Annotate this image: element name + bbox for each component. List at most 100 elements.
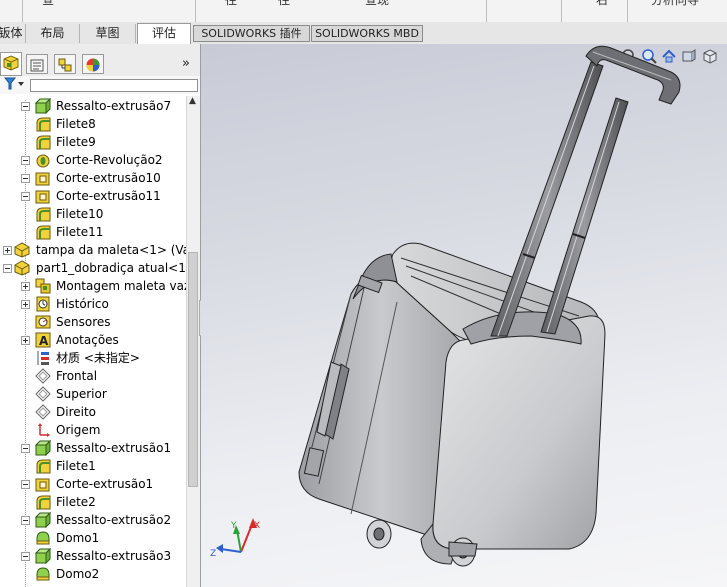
tree-item-corte-extrusao11[interactable]: Corte-extrusão11 bbox=[0, 187, 186, 205]
tree-item-label: Frontal bbox=[56, 369, 98, 383]
boss-extrude-icon bbox=[34, 439, 52, 457]
tree-item-filete11[interactable]: Filete11 bbox=[0, 223, 186, 241]
tree-item-ressalto-extrusao3[interactable]: Ressalto-extrusão3 bbox=[0, 547, 186, 565]
tab-sketch[interactable]: 草图 bbox=[80, 24, 136, 43]
expand-toggle-icon[interactable] bbox=[21, 480, 30, 489]
tree-item-ressalto-extrusao7[interactable]: Ressalto-extrusão7 bbox=[0, 97, 186, 115]
tree-item-label: Corte-Revolução2 bbox=[56, 153, 163, 167]
tab-layout[interactable]: 布局 bbox=[26, 24, 80, 43]
feature-tree: Ressalto-extrusão7 Filete8 Filete9 Corte-Re… bbox=[0, 96, 186, 587]
tree-item-tampa-da-maleta-1-va[interactable]: tampa da maleta<1> (Va bbox=[0, 241, 186, 259]
graphics-viewport[interactable]: X Y Z bbox=[201, 44, 727, 587]
tree-item-label: Corte-extrusão11 bbox=[56, 189, 161, 203]
property-manager-tab[interactable] bbox=[26, 54, 48, 74]
tree-item-label: Ressalto-extrusão3 bbox=[56, 549, 172, 563]
tree-item-corte-extrusao1[interactable]: Corte-extrusão1 bbox=[0, 475, 186, 493]
expand-toggle-icon[interactable] bbox=[21, 102, 30, 111]
expand-toggle-icon[interactable] bbox=[21, 174, 30, 183]
tree-item-domo1[interactable]: Domo1 bbox=[0, 529, 186, 547]
toolbar-separator bbox=[627, 0, 628, 22]
toolbar-separator bbox=[195, 0, 196, 22]
display-manager-tab[interactable] bbox=[82, 54, 104, 74]
tree-item-filete2[interactable]: Filete2 bbox=[0, 493, 186, 511]
tree-item-origem[interactable]: Origem bbox=[0, 421, 186, 439]
tree-item-filete8[interactable]: Filete8 bbox=[0, 115, 186, 133]
triad-z-label: Z bbox=[210, 549, 216, 559]
part-icon bbox=[14, 242, 30, 258]
boss-extrude-icon bbox=[34, 511, 52, 529]
fillet-icon bbox=[35, 206, 51, 222]
fillet-icon bbox=[35, 224, 51, 240]
toolbar-fragment[interactable]: 查现 bbox=[365, 0, 389, 8]
material-icon bbox=[35, 350, 51, 366]
expand-toggle-icon[interactable] bbox=[21, 282, 30, 291]
tree-item-sensores[interactable]: Sensores bbox=[0, 313, 186, 331]
feature-manager-tab[interactable] bbox=[0, 52, 22, 76]
tree-item-historico[interactable]: Histórico bbox=[0, 295, 186, 313]
display-manager-icon bbox=[86, 58, 100, 72]
tree-item-label: 材质 <未指定> bbox=[56, 351, 140, 365]
triad-y-label: Y bbox=[230, 521, 237, 531]
tab-sheet-metal[interactable]: 钣体 bbox=[0, 24, 26, 43]
tree-item-label: Histórico bbox=[56, 297, 109, 311]
filter-icon[interactable] bbox=[3, 77, 26, 94]
toolbar-fragment[interactable]: 查 bbox=[42, 0, 54, 8]
fillet-icon bbox=[35, 134, 51, 150]
tree-item-part1-dobradica-atual-1[interactable]: part1_dobradiça atual<1: bbox=[0, 259, 186, 277]
sensor-icon bbox=[35, 314, 51, 330]
expand-toggle-icon[interactable] bbox=[21, 552, 30, 561]
tab-solidworks-addins[interactable]: SOLIDWORKS 插件 bbox=[193, 25, 310, 42]
expand-toggle-icon[interactable] bbox=[21, 516, 30, 525]
expand-toggle-icon[interactable] bbox=[21, 444, 30, 453]
toolbar-fragment[interactable]: 往 bbox=[225, 0, 237, 8]
toolbar-fragment[interactable]: 右 bbox=[596, 0, 608, 8]
triad-x-label: X bbox=[254, 521, 260, 531]
tree-item-anotacoes[interactable]: A Anotações bbox=[0, 331, 186, 349]
tree-item-label: Ressalto-extrusão2 bbox=[56, 513, 172, 527]
tree-item-superior[interactable]: Superior bbox=[0, 385, 186, 403]
tree-item-montagem-maleta-vaz[interactable]: Montagem maleta vaz bbox=[0, 277, 186, 295]
tree-item-label: Domo1 bbox=[56, 531, 100, 545]
tree-item-filete9[interactable]: Filete9 bbox=[0, 133, 186, 151]
configuration-manager-tab[interactable] bbox=[54, 54, 76, 74]
tree-item-filete10[interactable]: Filete10 bbox=[0, 205, 186, 223]
tree-item-label: Ressalto-extrusão1 bbox=[56, 441, 172, 455]
history-icon bbox=[35, 296, 51, 312]
fillet-icon bbox=[35, 494, 51, 510]
tree-item-direito[interactable]: Direito bbox=[0, 403, 186, 421]
tree-item-label: Ressalto-extrusão7 bbox=[56, 99, 172, 113]
tree-item-ressalto-extrusao1[interactable]: Ressalto-extrusão1 bbox=[0, 439, 186, 457]
suitcase-model[interactable]: X Y Z bbox=[201, 44, 727, 587]
scroll-up-icon[interactable]: ▲ bbox=[189, 96, 196, 106]
tree-item-label: Corte-extrusão1 bbox=[56, 477, 154, 491]
cut-extrude-icon bbox=[35, 170, 51, 186]
toolbar-fragment[interactable]: 往 bbox=[278, 0, 290, 8]
tree-item-label: Direito bbox=[56, 405, 97, 419]
tab-evaluate[interactable]: 评估 bbox=[137, 23, 191, 44]
toolbar-separator bbox=[486, 0, 487, 22]
expand-panel-button[interactable]: » bbox=[182, 56, 190, 71]
tree-item-ressalto-extrusao2[interactable]: Ressalto-extrusão2 bbox=[0, 511, 186, 529]
tab-solidworks-mbd[interactable]: SOLIDWORKS MBD bbox=[311, 25, 423, 42]
expand-toggle-icon[interactable] bbox=[3, 246, 12, 255]
tree-item-corte-revolucao2[interactable]: Corte-Revolução2 bbox=[0, 151, 186, 169]
tree-item-row-14[interactable]: 材质 <未指定> bbox=[0, 349, 186, 367]
toolbar-separator bbox=[561, 0, 562, 22]
expand-toggle-icon[interactable] bbox=[21, 336, 30, 345]
panel-tabs: » bbox=[0, 44, 200, 76]
tree-item-filete1[interactable]: Filete1 bbox=[0, 457, 186, 475]
expand-toggle-icon[interactable] bbox=[21, 156, 30, 165]
scroll-thumb[interactable] bbox=[188, 252, 198, 487]
tree-scrollbar[interactable]: ▲ bbox=[186, 96, 200, 587]
toolbar-fragment[interactable]: 分析向导 bbox=[651, 0, 699, 8]
tree-item-domo2[interactable]: Domo2 bbox=[0, 565, 186, 583]
filter-input[interactable] bbox=[30, 79, 198, 92]
tree-item-frontal[interactable]: Frontal bbox=[0, 367, 186, 385]
origin-icon bbox=[35, 422, 51, 438]
expand-toggle-icon[interactable] bbox=[3, 264, 12, 273]
expand-toggle-icon[interactable] bbox=[21, 192, 30, 201]
expand-toggle-icon[interactable] bbox=[21, 300, 30, 309]
tree-item-corte-extrusao10[interactable]: Corte-extrusão10 bbox=[0, 169, 186, 187]
tree-item-label: Filete10 bbox=[56, 207, 104, 221]
tree-item-label: Superior bbox=[56, 387, 107, 401]
